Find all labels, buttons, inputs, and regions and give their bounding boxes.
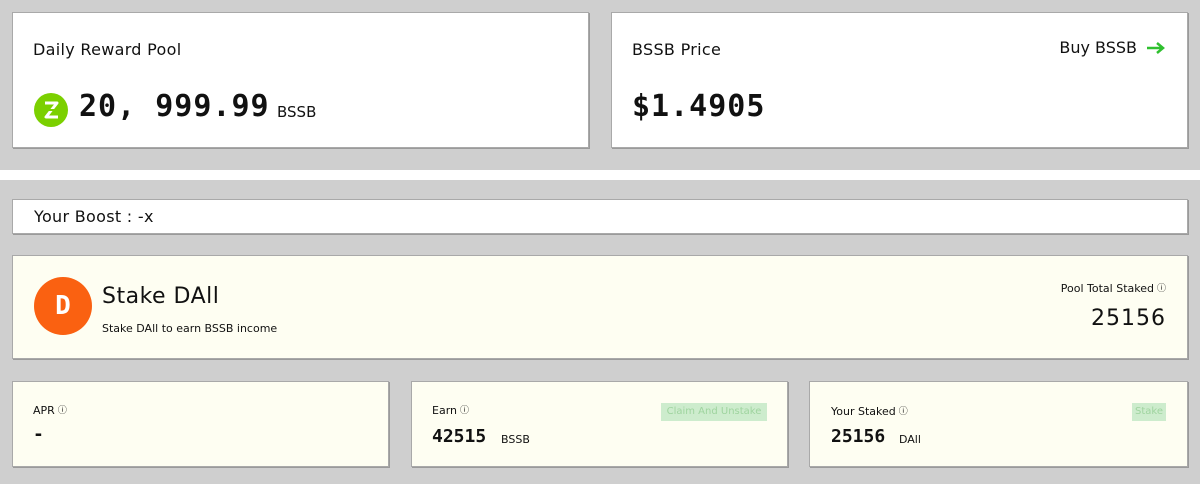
buy-bssb-link[interactable]: Buy BSSB [1059, 38, 1167, 57]
dall-token-letter: D [55, 291, 71, 321]
stake-subtitle: Stake DAll to earn BSSB income [102, 322, 278, 335]
pool-total-staked-text: Pool Total Staked [1060, 282, 1154, 295]
buy-bssb-label: Buy BSSB [1059, 38, 1137, 57]
bssb-price-card: BSSB Price Buy BSSB $1.4905 [611, 12, 1188, 148]
section-divider [0, 170, 1200, 180]
info-icon: ⓘ [1156, 284, 1166, 294]
info-icon: ⓘ [57, 406, 67, 416]
stake-button[interactable]: Stake [1132, 403, 1166, 421]
reward-pool-unit: BSSB [277, 103, 317, 121]
reward-pool-amount: 20, 999.99 [79, 89, 270, 124]
bssb-price-label: BSSB Price [632, 40, 722, 59]
apr-label: APR ⓘ [33, 404, 67, 417]
dall-token-icon: D [34, 277, 92, 335]
info-icon: ⓘ [460, 406, 470, 416]
pool-total-staked-label: Pool Total Staked ⓘ [1061, 282, 1166, 295]
your-staked-value: 25156 [831, 426, 886, 447]
earn-unit: BSSB [501, 433, 530, 446]
your-staked-label: Your Staked ⓘ [831, 405, 908, 418]
daily-reward-pool-card: Daily Reward Pool 20, 999.99 BSSB [12, 12, 589, 148]
your-staked-label-text: Your Staked [831, 405, 896, 418]
apr-card: APR ⓘ - [12, 381, 389, 467]
stake-header-card: D Stake DAll Stake DAll to earn BSSB inc… [12, 255, 1188, 359]
apr-label-text: APR [33, 404, 55, 417]
stake-title: Stake DAll [102, 284, 220, 309]
daily-reward-pool-label: Daily Reward Pool [33, 40, 182, 59]
bssb-price-value: $1.4905 [632, 89, 766, 124]
earn-value: 42515 [432, 426, 487, 447]
claim-and-unstake-button[interactable]: Claim And Unstake [661, 403, 767, 421]
earn-card: Earn ⓘ Claim And Unstake 42515 BSSB [411, 381, 788, 467]
earn-label: Earn ⓘ [432, 404, 469, 417]
bssb-token-icon [34, 93, 68, 127]
pool-total-staked-value: 25156 [1091, 306, 1166, 331]
your-boost-label: Your Boost : -x [34, 207, 154, 226]
boost-bar: Your Boost : -x [12, 199, 1188, 234]
apr-value: - [33, 424, 44, 445]
arrow-right-icon [1147, 41, 1165, 54]
your-staked-card: Your Staked ⓘ Stake 25156 DAll [809, 381, 1188, 467]
info-icon: ⓘ [898, 407, 908, 417]
earn-label-text: Earn [432, 404, 457, 417]
your-staked-unit: DAll [899, 433, 921, 446]
